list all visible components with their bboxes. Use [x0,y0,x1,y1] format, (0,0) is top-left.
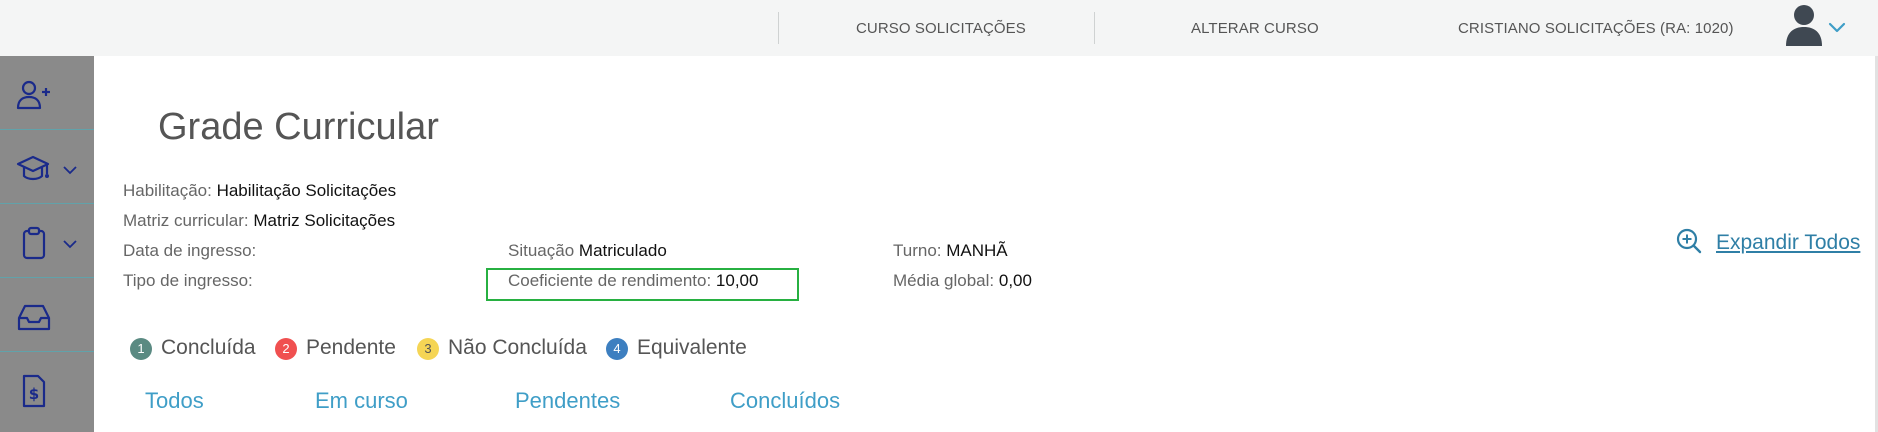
tab-todos[interactable]: Todos [145,388,204,414]
zoom-in-icon [1676,228,1702,254]
sidebar-item-inbox[interactable] [0,278,94,352]
sidebar: $ [0,56,94,432]
situacao-label: Situação [508,241,575,260]
situacao-field: Situação Matriculado [508,241,667,261]
tab-concluidos[interactable]: Concluídos [730,388,840,414]
matriz-field: Matriz curricular: Matriz Solicitações [123,211,395,231]
turno-value: MANHÃ [946,241,1008,260]
turno-label: Turno: [893,241,942,260]
sidebar-item-clipboard[interactable] [0,204,94,278]
legend-badge: 3 [417,338,439,360]
coeficiente-field: Coeficiente de rendimento: 10,00 [508,271,758,291]
dollar-document-icon: $ [22,374,46,408]
legend-label: Pendente [306,336,396,359]
legend-label: Equivalente [637,336,747,359]
habilitacao-field: Habilitação: Habilitação Solicitações [123,181,396,201]
legend-badge: 4 [606,338,628,360]
inbox-icon [17,304,51,331]
nav-alterar-curso[interactable]: ALTERAR CURSO [1191,20,1319,37]
media-field: Média global: 0,00 [893,271,1032,291]
sidebar-item-finance[interactable]: $ [0,352,94,426]
matriz-value: Matriz Solicitações [253,211,396,230]
user-avatar-icon[interactable] [1783,2,1825,46]
sidebar-item-graduation[interactable] [0,130,94,204]
expand-all-label: Expandir Todos [1716,231,1861,254]
media-value: 0,00 [998,271,1032,290]
sidebar-item-add-user[interactable] [0,56,94,130]
page-title: Grade Curricular [158,106,439,148]
nav-separator [778,12,779,44]
svg-text:$: $ [29,385,39,403]
media-label: Média global: [893,271,995,290]
coeficiente-value: 10,00 [715,271,759,290]
chevron-down-icon[interactable] [1826,16,1848,38]
tab-pendentes[interactable]: Pendentes [515,388,620,414]
legend-badge: 1 [130,338,152,360]
legend-label: Concluída [161,336,256,359]
graduation-cap-icon [16,155,50,181]
chevron-down-icon [63,166,77,175]
tipo-ingresso-field: Tipo de ingresso: [123,271,253,291]
data-ingresso-label: Data de ingresso: [123,241,257,260]
habilitacao-value: Habilitação Solicitações [216,181,397,200]
legend-label: Não Concluída [448,336,587,359]
turno-field: Turno: MANHÃ [893,241,1008,261]
nav-separator [1094,12,1095,44]
matriz-label: Matriz curricular: [123,211,249,230]
tab-em-curso[interactable]: Em curso [315,388,408,414]
top-bar: CURSO SOLICITAÇÕES ALTERAR CURSO CRISTIA… [0,0,1878,56]
legend-badge: 2 [275,338,297,360]
clipboard-icon [22,226,46,260]
tipo-ingresso-label: Tipo de ingresso: [123,271,253,290]
habilitacao-label: Habilitação: [123,181,212,200]
nav-curso-solicitacoes[interactable]: CURSO SOLICITAÇÕES [856,20,1026,37]
nav-user-name[interactable]: CRISTIANO SOLICITAÇÕES (RA: 1020) [1458,20,1734,37]
data-ingresso-field: Data de ingresso: [123,241,256,261]
add-user-icon [16,80,50,110]
situacao-value: Matriculado [578,241,667,260]
chevron-down-icon [63,240,77,249]
coeficiente-label: Coeficiente de rendimento: [508,271,712,290]
